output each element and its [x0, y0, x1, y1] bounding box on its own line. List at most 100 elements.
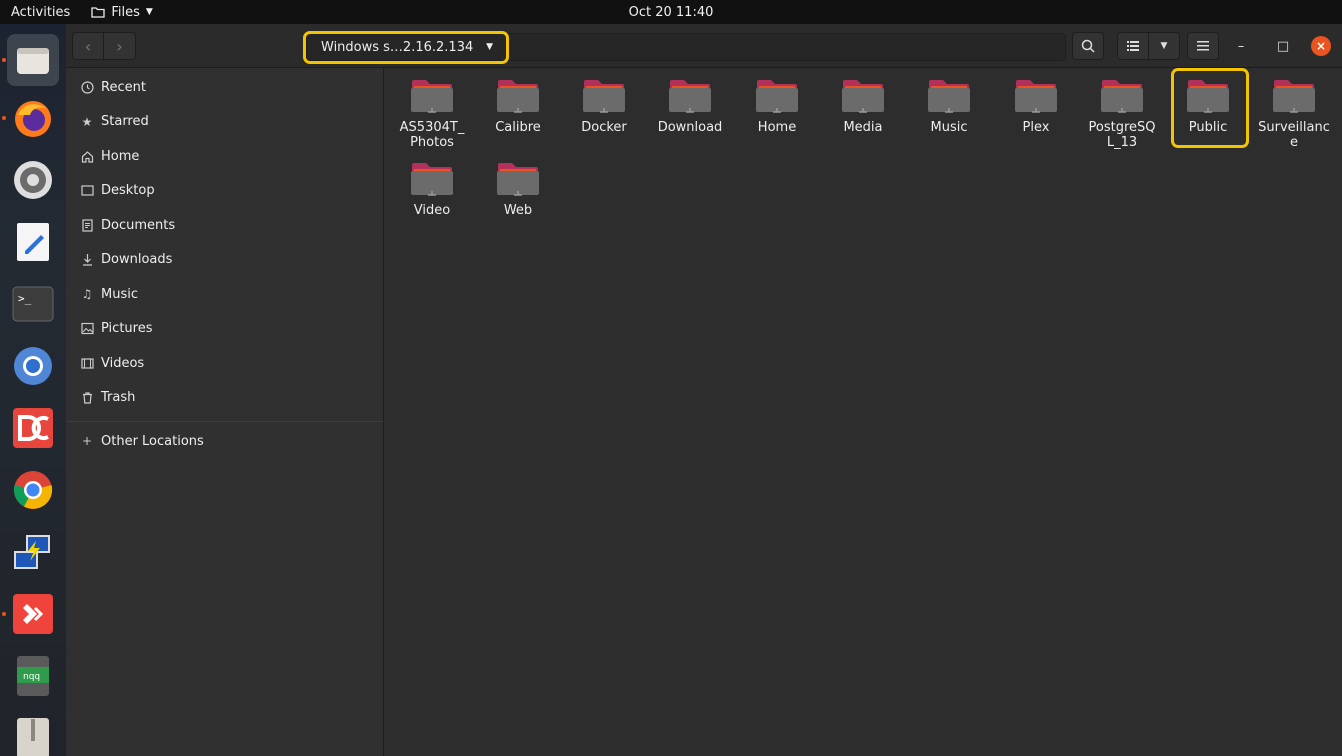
clock-icon [80, 80, 94, 94]
search-button[interactable] [1072, 32, 1104, 60]
archive-icon [17, 718, 49, 756]
dock-terminal[interactable]: >_ [7, 278, 59, 330]
document-icon [80, 218, 94, 232]
folder-item[interactable]: Surveillanc e [1251, 78, 1337, 150]
download-icon [80, 253, 94, 267]
sidebar-item-downloads[interactable]: Downloads [66, 243, 383, 278]
dock-notes[interactable]: nqq [7, 650, 59, 702]
dock-archive[interactable] [7, 712, 59, 756]
dock-text-editor[interactable] [7, 216, 59, 268]
dock-anydesk[interactable] [2, 588, 59, 640]
clock-area: Oct 20 11:40 [0, 5, 1342, 20]
video-icon [80, 356, 94, 370]
sidebar-item-music[interactable]: ♫ Music [66, 277, 383, 312]
anydesk-icon [13, 594, 53, 634]
folder-view[interactable]: AS5304T_ Photos Calibre Docker Download Home M… [384, 68, 1342, 756]
main-menu-button[interactable] [1187, 32, 1219, 60]
picture-icon [80, 322, 94, 336]
chrome-icon [13, 471, 53, 509]
back-button[interactable]: ‹ [72, 32, 104, 60]
folder-item[interactable]: Video [389, 161, 475, 218]
dock-settings[interactable] [7, 154, 59, 206]
network-folder-icon [755, 78, 799, 118]
folder-item[interactable]: Web [475, 161, 561, 218]
app-menu-label: Files [111, 4, 140, 20]
trash-icon [80, 391, 94, 405]
dock: >_ nqq [0, 24, 66, 756]
sidebar-item-label: Music [101, 286, 138, 302]
sidebar-item-label: Starred [101, 114, 149, 130]
folder-label: Public [1188, 120, 1228, 135]
folder-item[interactable]: Calibre [475, 78, 561, 135]
folder-label: Media [843, 120, 883, 135]
dock-chrome[interactable] [7, 464, 59, 516]
sidebar-item-trash[interactable]: Trash [66, 381, 383, 416]
running-indicator [2, 58, 6, 62]
sidebar-item-label: Trash [101, 390, 136, 406]
folder-label: Download [657, 120, 723, 135]
activities-button[interactable]: Activities [0, 5, 81, 20]
sidebar-item-label: Pictures [101, 321, 153, 337]
forward-button[interactable]: › [104, 32, 136, 60]
folder-item[interactable]: Public [1165, 78, 1251, 135]
sidebar-item-desktop[interactable]: Desktop [66, 174, 383, 209]
view-list-button[interactable] [1117, 32, 1149, 60]
minimize-button[interactable]: – [1231, 36, 1251, 56]
folder-item[interactable]: Home [734, 78, 820, 135]
dock-remote-desktop[interactable] [7, 526, 59, 578]
chromium-icon [14, 347, 52, 385]
dock-doublecmd[interactable] [7, 402, 59, 454]
dock-files[interactable] [2, 34, 59, 86]
view-options-button[interactable]: ▼ [1148, 32, 1180, 60]
chevron-down-icon: ▼ [486, 42, 493, 52]
sidebar-item-pictures[interactable]: Pictures [66, 312, 383, 347]
folder-item[interactable]: PostgreSQ L_13 [1079, 78, 1165, 150]
network-folder-icon [841, 78, 885, 118]
running-indicator [2, 116, 6, 120]
close-button[interactable]: × [1311, 36, 1331, 56]
sidebar-item-home[interactable]: Home [66, 139, 383, 174]
folder-item[interactable]: Plex [993, 78, 1079, 135]
folder-item[interactable]: Docker [561, 78, 647, 135]
maximize-button[interactable]: □ [1273, 36, 1293, 56]
dock-firefox[interactable] [2, 92, 59, 144]
search-icon [1081, 39, 1095, 53]
folder-item[interactable]: Download [647, 78, 733, 135]
sidebar-item-label: Recent [101, 79, 146, 95]
network-folder-icon [1100, 78, 1144, 118]
home-icon [80, 149, 94, 163]
sidebar-item-other-locations[interactable]: + Other Locations [66, 424, 383, 459]
network-folder-icon [410, 161, 454, 201]
folder-label: Home [757, 120, 797, 135]
sidebar-item-starred[interactable]: ★ Starred [66, 105, 383, 140]
sidebar-item-recent[interactable]: Recent [66, 70, 383, 105]
minimize-icon: – [1237, 38, 1245, 54]
folder-item[interactable]: Music [906, 78, 992, 135]
chevron-right-icon: › [116, 36, 123, 56]
firefox-icon [15, 101, 51, 137]
terminal-icon: >_ [12, 286, 54, 322]
folder-label: Surveillanc e [1258, 120, 1330, 150]
running-indicator [2, 612, 6, 616]
chevron-down-icon: ▼ [1160, 41, 1168, 51]
list-view-icon [1127, 41, 1139, 51]
network-folder-icon [582, 78, 626, 118]
folder-item[interactable]: Media [820, 78, 906, 135]
clock[interactable]: Oct 20 11:40 [629, 5, 714, 20]
maximize-icon: □ [1276, 38, 1290, 54]
top-bar: Activities Files ▼ Oct 20 11:40 [0, 0, 1342, 24]
path-location-button[interactable]: Windows s…2.16.2.134 ▼ [307, 34, 507, 60]
folder-item[interactable]: AS5304T_ Photos [389, 78, 475, 150]
app-menu[interactable]: Files ▼ [91, 4, 153, 20]
path-bar[interactable]: Windows s…2.16.2.134 ▼ [306, 33, 1066, 61]
notes-icon: nqq [17, 656, 49, 696]
network-folder-icon [496, 78, 540, 118]
dock-chromium[interactable] [7, 340, 59, 392]
sidebar-item-documents[interactable]: Documents [66, 208, 383, 243]
plus-icon: + [81, 434, 93, 449]
remote-desktop-icon [14, 535, 50, 569]
hamburger-icon [1197, 41, 1209, 51]
network-folder-icon [1272, 78, 1316, 118]
sidebar-item-videos[interactable]: Videos [66, 346, 383, 381]
notes-label: nqq [23, 672, 40, 682]
